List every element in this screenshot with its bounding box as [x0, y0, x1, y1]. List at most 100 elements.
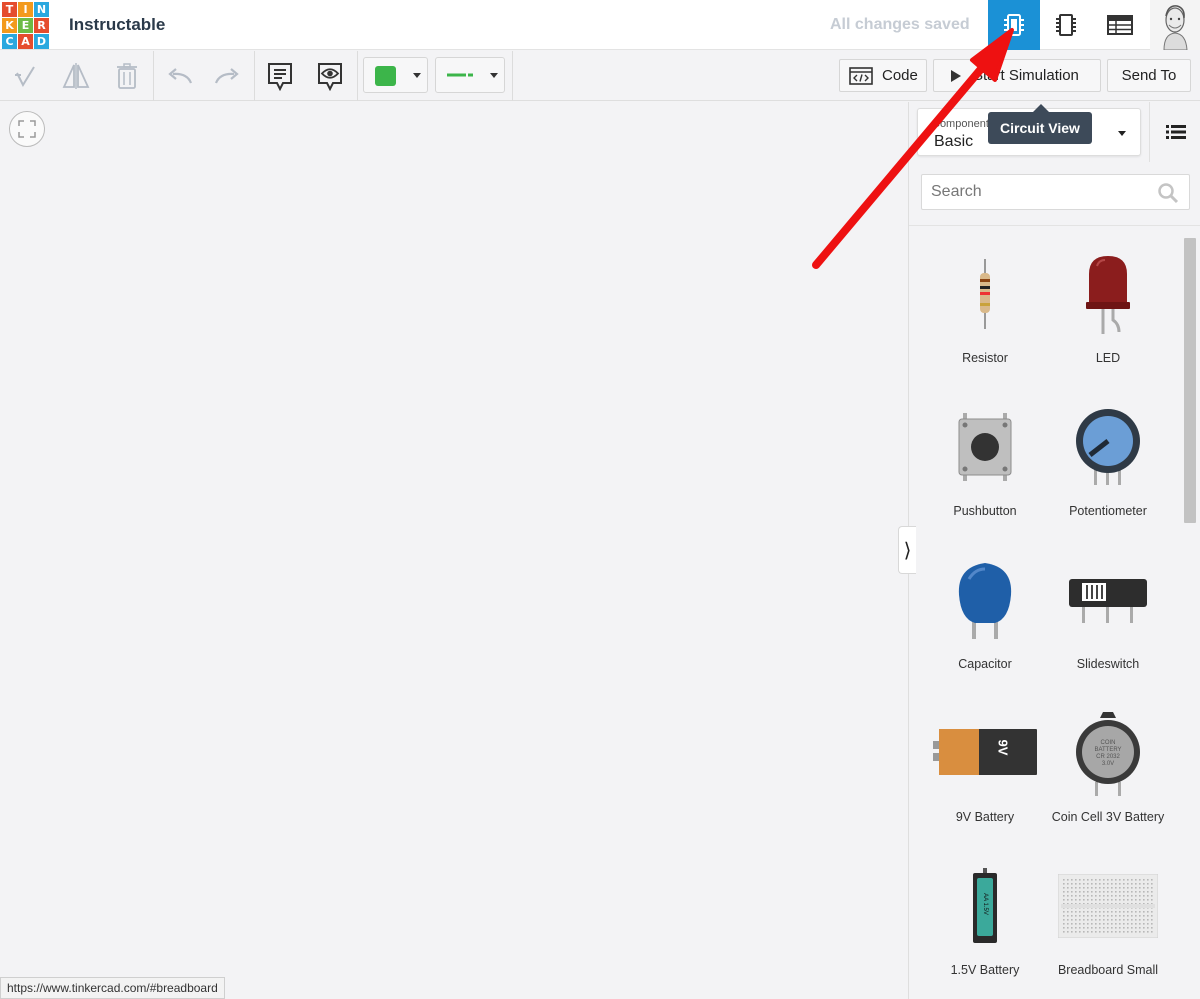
fit-view-icon — [18, 120, 36, 138]
chevron-right-icon: ⟩ — [903, 539, 912, 562]
9v-battery-icon — [933, 729, 1037, 775]
send-to-label: Send To — [1121, 67, 1177, 84]
component-label: 9V Battery — [955, 810, 1015, 824]
coin-cell-label-text: COIN BATTERY CR 2032 3.0V — [1094, 740, 1122, 767]
component-label: 1.5V Battery — [950, 963, 1020, 977]
toggle-notes-visibility-button[interactable] — [313, 59, 347, 93]
table-icon — [1107, 15, 1133, 35]
logo-letter: D — [34, 34, 49, 49]
toolbar-divider — [357, 51, 358, 101]
rotate-button[interactable] — [8, 59, 42, 93]
circuit-view-tooltip: Circuit View — [988, 112, 1092, 144]
component-label: Coin Cell 3V Battery — [1051, 810, 1165, 824]
start-simulation-label: Start Simulation — [973, 67, 1079, 84]
component-label: Resistor — [962, 351, 1008, 365]
toolbar-divider — [153, 51, 154, 101]
notes-button[interactable] — [263, 59, 297, 93]
chip-icon — [1056, 14, 1076, 36]
component-led[interactable]: LED — [1048, 244, 1168, 394]
capacitor-icon — [958, 563, 1012, 639]
header: T I N K E R C A D Instructable All chang… — [0, 0, 1200, 50]
logo-letter: E — [18, 18, 33, 33]
chevron-down-icon — [490, 73, 498, 78]
circuit-view-button[interactable] — [988, 0, 1040, 50]
collapse-panel-button[interactable]: ⟩ — [898, 526, 916, 574]
logo-letter: K — [2, 18, 17, 33]
panel-divider — [909, 225, 1200, 226]
component-1-5v-battery[interactable]: AA 1.5V 1.5V Battery — [925, 856, 1045, 999]
component-label: Capacitor — [958, 657, 1012, 671]
flip-icon — [62, 63, 90, 89]
component-search[interactable] — [921, 174, 1190, 210]
logo-letter: I — [18, 2, 33, 17]
eye-note-icon — [318, 63, 342, 91]
wire-icon — [447, 73, 473, 77]
play-icon — [951, 69, 961, 82]
save-status: All changes saved — [830, 16, 970, 33]
list-icon — [1165, 125, 1186, 139]
component-slideswitch[interactable]: Slideswitch — [1048, 550, 1168, 700]
trash-icon — [117, 63, 137, 89]
fit-view-button[interactable] — [9, 111, 45, 147]
undo-button[interactable] — [162, 59, 196, 93]
user-avatar[interactable] — [1150, 0, 1200, 50]
component-pushbutton[interactable]: Pushbutton — [925, 397, 1045, 547]
logo-letter: T — [2, 2, 17, 17]
led-icon — [1086, 256, 1130, 334]
list-view-toggle[interactable] — [1149, 102, 1200, 162]
chevron-down-icon — [1118, 131, 1126, 136]
logo-letter: R — [34, 18, 49, 33]
toolbar: Code Start Simulation Send To — [0, 51, 1200, 101]
delete-button[interactable] — [110, 59, 144, 93]
resistor-icon — [980, 259, 990, 329]
wire-type-dropdown[interactable] — [435, 57, 505, 93]
component-resistor[interactable]: Resistor — [925, 244, 1045, 394]
search-icon — [1158, 183, 1179, 204]
status-bar-url: https://www.tinkercad.com/#breadboard — [0, 977, 225, 999]
component-list-view-button[interactable] — [1094, 0, 1146, 50]
rotate-icon — [15, 66, 35, 88]
undo-icon — [168, 68, 193, 84]
project-title[interactable]: Instructable — [69, 15, 165, 35]
component-capacitor[interactable]: Capacitor — [925, 550, 1045, 700]
code-editor-icon — [849, 66, 873, 85]
components-category-value: Basic — [934, 133, 974, 150]
chevron-down-icon — [413, 73, 421, 78]
potentiometer-icon — [1076, 409, 1140, 485]
toolbar-divider — [254, 51, 255, 101]
tinkercad-logo[interactable]: T I N K E R C A D — [2, 2, 49, 49]
components-scrollbar[interactable] — [1184, 238, 1196, 523]
logo-letter: N — [34, 2, 49, 17]
search-input[interactable] — [922, 175, 1152, 209]
battery-label-text: 9V — [995, 739, 1011, 756]
logo-letter: A — [18, 34, 33, 49]
schematic-view-button[interactable] — [1040, 0, 1092, 50]
component-label: Potentiometer — [1069, 504, 1147, 518]
pushbutton-icon — [958, 413, 1012, 481]
send-to-button[interactable]: Send To — [1107, 59, 1191, 92]
workplane-canvas[interactable] — [0, 102, 908, 999]
circuit-view-icon — [1004, 14, 1024, 36]
components-panel: Components Basic Resi — [908, 102, 1200, 999]
logo-letter: C — [2, 34, 17, 49]
components-category-label: Components — [932, 118, 995, 130]
tooltip-pointer — [1033, 104, 1049, 112]
code-button[interactable]: Code — [839, 59, 927, 92]
color-dropdown[interactable] — [363, 57, 428, 93]
component-label: Breadboard Small — [1057, 963, 1159, 977]
redo-icon — [214, 68, 239, 84]
slideswitch-icon — [1069, 579, 1147, 623]
component-breadboard-small[interactable]: Breadboard Small — [1048, 856, 1168, 999]
breadboard-icon — [1058, 874, 1158, 938]
component-coin-cell-battery[interactable]: COIN BATTERY CR 2032 3.0V Coin Cell 3V B… — [1048, 703, 1168, 853]
flip-button[interactable] — [59, 59, 93, 93]
component-9v-battery[interactable]: 9V 9V Battery — [925, 703, 1045, 853]
redo-button[interactable] — [211, 59, 245, 93]
code-button-label: Code — [882, 67, 918, 84]
color-swatch — [375, 66, 396, 86]
component-potentiometer[interactable]: Potentiometer — [1048, 397, 1168, 547]
component-label: Pushbutton — [953, 504, 1017, 518]
start-simulation-button[interactable]: Start Simulation — [933, 59, 1101, 92]
component-label: LED — [1095, 351, 1121, 365]
toolbar-divider — [512, 51, 513, 101]
